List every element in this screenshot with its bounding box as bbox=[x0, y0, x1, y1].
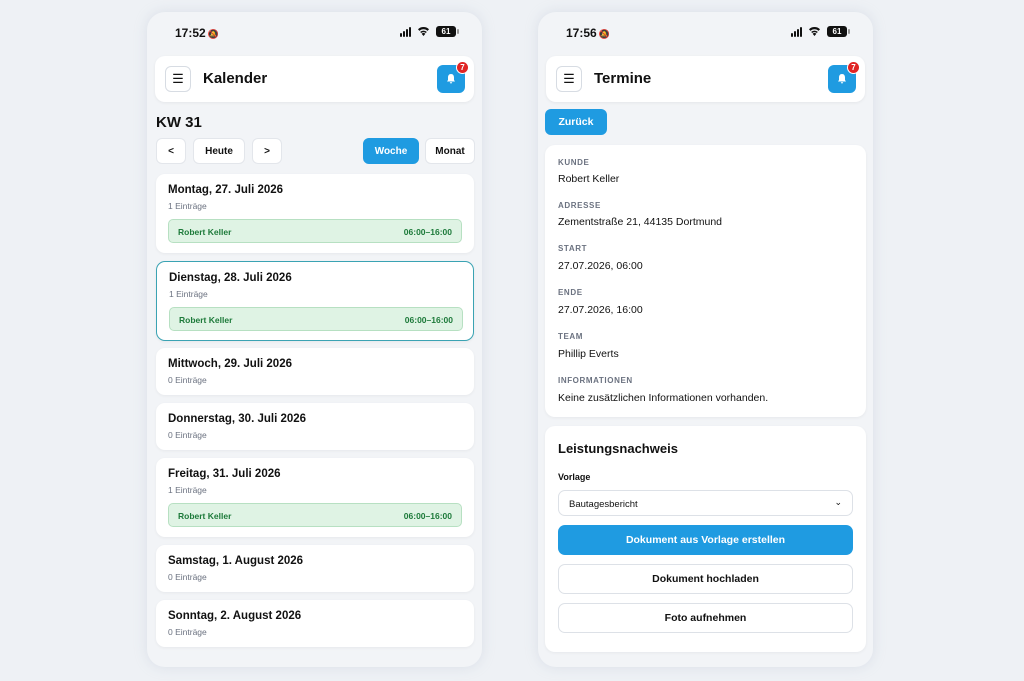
app-header: ☰ Termine 7 bbox=[546, 56, 865, 102]
day-title: Dienstag, 28. Juli 2026 bbox=[169, 272, 292, 284]
appointment-detail-screen: 17:56 🔕 61 ☰ Termine 7 Zurück KUNDE Rober… bbox=[538, 12, 873, 667]
day-card-thursday[interactable]: Donnerstag, 30. Juli 2026 0 Einträge bbox=[156, 403, 474, 450]
team-label: TEAM bbox=[558, 332, 584, 341]
wifi-icon bbox=[417, 26, 430, 37]
notifications-button[interactable]: 7 bbox=[828, 61, 860, 93]
end-label: ENDE bbox=[558, 288, 583, 297]
template-select[interactable]: Bautagesbericht ⌄ bbox=[558, 490, 853, 516]
entry-time: 06:00–16:00 bbox=[403, 511, 452, 521]
battery-icon: 61 bbox=[436, 26, 459, 37]
status-time: 17:56 bbox=[566, 26, 597, 40]
information-label: INFORMATIONEN bbox=[558, 376, 633, 385]
battery-icon: 61 bbox=[827, 26, 850, 37]
silent-mode-icon: 🔕 bbox=[207, 29, 219, 39]
section-title: Leistungsnachweis bbox=[558, 441, 678, 456]
calendar-screen: 17:52 🔕 61 ☰ Kalender 7 KW 31 < Heute > W… bbox=[147, 12, 482, 667]
battery-level: 61 bbox=[832, 27, 842, 36]
create-from-template-button[interactable]: Dokument aus Vorlage erstellen bbox=[558, 525, 853, 555]
back-button[interactable]: Zurück bbox=[545, 109, 607, 135]
page-title: Termine bbox=[594, 70, 652, 87]
day-card-friday[interactable]: Freitag, 31. Juli 2026 1 Einträge Robert… bbox=[156, 458, 474, 537]
start-label: START bbox=[558, 244, 588, 253]
take-photo-button[interactable]: Foto aufnehmen bbox=[558, 603, 853, 633]
wifi-icon bbox=[808, 26, 821, 37]
week-view-button[interactable]: Woche bbox=[363, 138, 419, 164]
entry-customer: Robert Keller bbox=[179, 315, 233, 325]
entry-time: 06:00–16:00 bbox=[404, 315, 453, 325]
entry-time: 06:00–16:00 bbox=[403, 227, 452, 237]
day-title: Samstag, 1. August 2026 bbox=[168, 555, 304, 567]
customer-label: KUNDE bbox=[558, 158, 590, 167]
chevron-down-icon: ⌄ bbox=[834, 497, 842, 507]
status-bar: 17:52 🔕 61 bbox=[147, 12, 482, 52]
entry-customer: Robert Keller bbox=[178, 227, 232, 237]
address-value: Zementstraße 21, 44135 Dortmund bbox=[558, 216, 723, 228]
status-bar: 17:56 🔕 61 bbox=[538, 12, 873, 52]
day-entry-count: 0 Einträge bbox=[168, 375, 207, 385]
next-week-button[interactable]: > bbox=[252, 138, 282, 164]
day-card-saturday[interactable]: Samstag, 1. August 2026 0 Einträge bbox=[156, 545, 474, 592]
customer-value: Robert Keller bbox=[558, 173, 620, 185]
day-title: Montag, 27. Juli 2026 bbox=[168, 184, 284, 196]
information-value: Keine zusätzlichen Informationen vorhand… bbox=[558, 392, 769, 404]
notification-badge: 7 bbox=[847, 61, 860, 74]
appointment-details-card: KUNDE Robert Keller ADRESSE Zementstraße… bbox=[545, 145, 866, 417]
day-entry-count: 1 Einträge bbox=[168, 201, 207, 211]
day-entry-count: 0 Einträge bbox=[168, 430, 207, 440]
calendar-entry[interactable]: Robert Keller 06:00–16:00 bbox=[169, 307, 463, 331]
silent-mode-icon: 🔕 bbox=[598, 29, 610, 39]
day-card-tuesday[interactable]: Dienstag, 28. Juli 2026 1 Einträge Rober… bbox=[156, 261, 474, 341]
notifications-button[interactable]: 7 bbox=[437, 61, 469, 93]
bell-icon bbox=[447, 74, 455, 84]
status-time: 17:52 bbox=[175, 26, 206, 40]
bell-icon bbox=[838, 74, 846, 84]
day-card-wednesday[interactable]: Mittwoch, 29. Juli 2026 0 Einträge bbox=[156, 348, 474, 395]
day-entry-count: 1 Einträge bbox=[168, 485, 207, 495]
previous-week-button[interactable]: < bbox=[156, 138, 186, 164]
day-entry-count: 1 Einträge bbox=[169, 289, 208, 299]
template-selected-value: Bautagesbericht bbox=[569, 499, 638, 510]
address-label: ADRESSE bbox=[558, 201, 601, 210]
entry-customer: Robert Keller bbox=[178, 511, 232, 521]
notification-badge: 7 bbox=[456, 61, 469, 74]
cellular-signal-icon bbox=[400, 26, 411, 37]
page-title: Kalender bbox=[203, 70, 268, 87]
app-header: ☰ Kalender 7 bbox=[155, 56, 474, 102]
calendar-entry[interactable]: Robert Keller 06:00–16:00 bbox=[168, 503, 462, 527]
day-entry-count: 0 Einträge bbox=[168, 572, 207, 582]
day-entry-count: 0 Einträge bbox=[168, 627, 207, 637]
team-value: Phillip Everts bbox=[558, 348, 619, 360]
upload-document-button[interactable]: Dokument hochladen bbox=[558, 564, 853, 594]
cellular-signal-icon bbox=[791, 26, 802, 37]
week-label: KW 31 bbox=[156, 114, 202, 131]
hamburger-menu-icon[interactable]: ☰ bbox=[556, 66, 582, 92]
day-title: Donnerstag, 30. Juli 2026 bbox=[168, 413, 307, 425]
month-view-button[interactable]: Monat bbox=[425, 138, 475, 164]
day-title: Mittwoch, 29. Juli 2026 bbox=[168, 358, 292, 370]
template-label: Vorlage bbox=[558, 472, 591, 482]
today-button[interactable]: Heute bbox=[193, 138, 245, 164]
hamburger-menu-icon[interactable]: ☰ bbox=[165, 66, 191, 92]
day-card-monday[interactable]: Montag, 27. Juli 2026 1 Einträge Robert … bbox=[156, 174, 474, 253]
proof-of-work-card: Leistungsnachweis Vorlage Bautagesberich… bbox=[545, 426, 866, 652]
end-value: 27.07.2026, 16:00 bbox=[558, 304, 643, 316]
calendar-entry[interactable]: Robert Keller 06:00–16:00 bbox=[168, 219, 462, 243]
day-title: Sonntag, 2. August 2026 bbox=[168, 610, 302, 622]
day-card-sunday[interactable]: Sonntag, 2. August 2026 0 Einträge bbox=[156, 600, 474, 647]
start-value: 27.07.2026, 06:00 bbox=[558, 260, 643, 272]
battery-level: 61 bbox=[441, 27, 451, 36]
day-title: Freitag, 31. Juli 2026 bbox=[168, 468, 281, 480]
